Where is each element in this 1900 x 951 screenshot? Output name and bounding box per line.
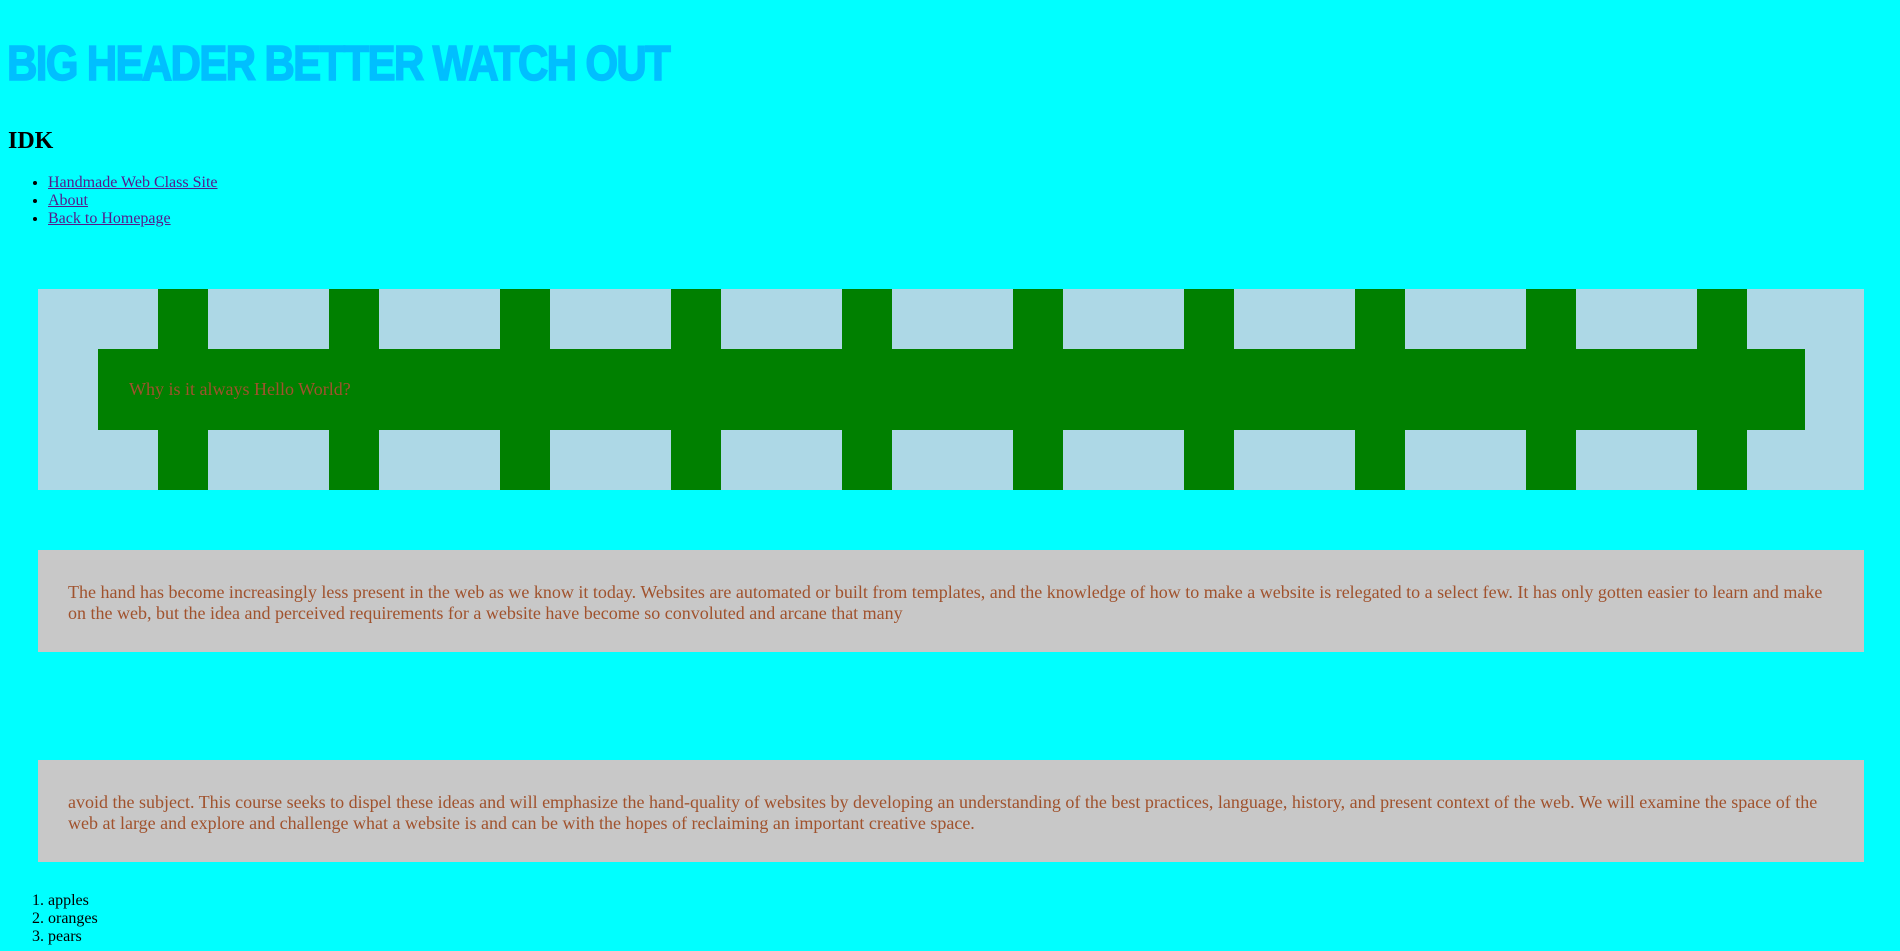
fruit-ordered-list: apples oranges pears [8, 892, 98, 946]
big-header-title: BIG HEADER BETTER WATCH OUT [6, 36, 671, 92]
nav-list-item: Back to Homepage [48, 210, 218, 228]
hello-world-striped-box: Why is it always Hello World? [38, 289, 1864, 490]
nav-list-item: Handmade Web Class Site [48, 174, 218, 192]
hello-world-text: Why is it always Hello World? [129, 379, 351, 399]
handmade-web-class-site-link[interactable]: Handmade Web Class Site [48, 174, 218, 191]
course-paragraph-text: avoid the subject. This course seeks to … [68, 792, 1818, 833]
nav-links-list: Handmade Web Class Site About Back to Ho… [8, 174, 218, 228]
intro-paragraph-text: The hand has become increasingly less pr… [68, 582, 1823, 623]
fruit-list-item: oranges [48, 910, 98, 928]
back-to-homepage-link[interactable]: Back to Homepage [48, 210, 171, 227]
fruit-list-item: apples [48, 892, 98, 910]
nav-list-item: About [48, 192, 218, 210]
course-paragraph-box: avoid the subject. This course seeks to … [38, 760, 1864, 862]
sub-header-idk: IDK [8, 128, 54, 154]
fruit-list-item: pears [48, 928, 98, 946]
about-link[interactable]: About [48, 192, 88, 209]
hello-world-inner-band: Why is it always Hello World? [98, 349, 1805, 430]
intro-paragraph-box: The hand has become increasingly less pr… [38, 550, 1864, 652]
